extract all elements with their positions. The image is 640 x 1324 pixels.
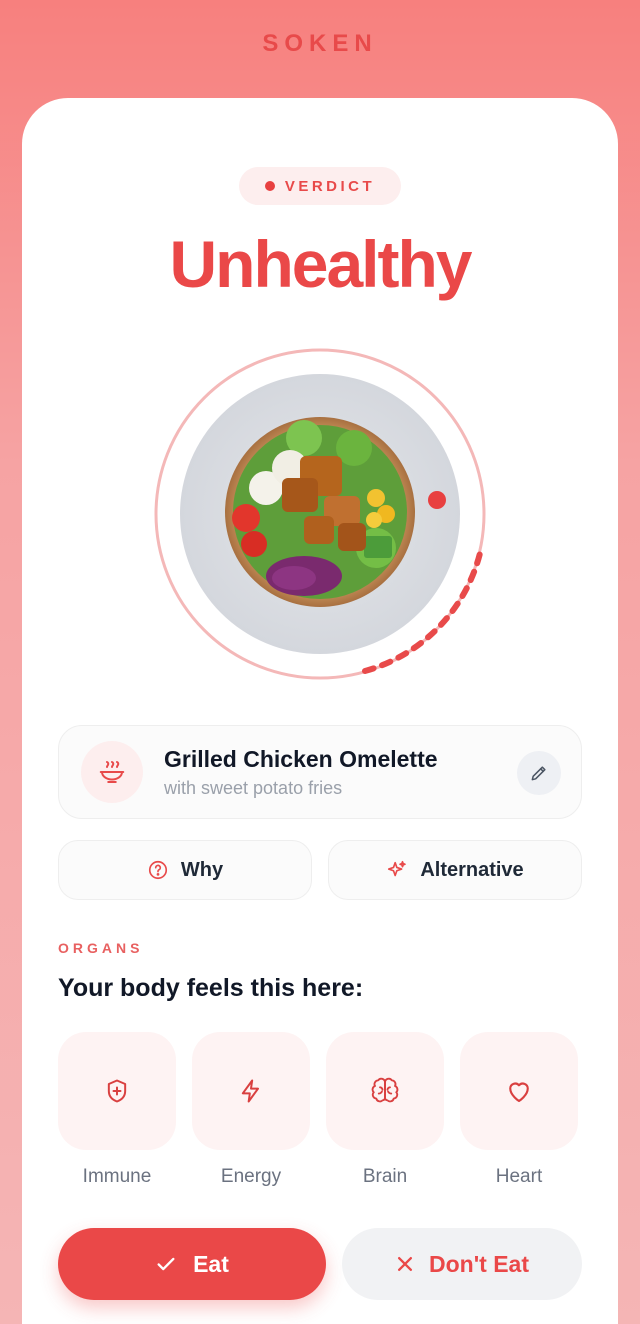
pencil-icon	[531, 766, 546, 781]
edit-food-button[interactable]	[517, 751, 561, 795]
eat-button[interactable]: Eat	[58, 1228, 326, 1300]
food-image-ring	[154, 348, 486, 680]
why-label: Why	[180, 858, 224, 881]
organ-immune[interactable]: Immune	[58, 1032, 176, 1188]
organ-energy[interactable]: Energy	[192, 1032, 310, 1188]
food-info-card: Grilled Chicken Omelette with sweet pota…	[58, 725, 582, 819]
lightning-icon	[241, 1079, 259, 1103]
verdict-badge: VERDICT	[239, 167, 401, 205]
why-button[interactable]: Why	[58, 840, 312, 900]
brain-icon	[371, 1077, 399, 1103]
eat-label: Eat	[193, 1250, 229, 1277]
organ-label: Energy	[220, 1166, 282, 1187]
organ-label: Heart	[495, 1166, 543, 1187]
food-name: Grilled Chicken Omelette	[164, 746, 438, 772]
organs-section-title: Your body feels this here:	[58, 974, 364, 1002]
organ-label: Immune	[82, 1166, 152, 1187]
heart-icon	[509, 1082, 529, 1103]
organs-section-label: ORGANS	[58, 940, 144, 956]
verdict-dot-icon	[264, 181, 275, 191]
x-icon	[397, 1257, 412, 1271]
bowl-icon	[81, 741, 143, 803]
brand-title: SOKEN	[262, 30, 378, 57]
food-subtitle: with sweet potato fries	[164, 778, 343, 798]
organ-label: Brain	[362, 1166, 408, 1187]
sparkles-icon	[388, 860, 407, 877]
verdict-card: VERDICT Unhealthy Grilled Chicken Omelet…	[22, 98, 618, 1324]
organ-heart[interactable]: Heart	[460, 1032, 578, 1188]
question-circle-icon	[148, 860, 167, 880]
check-icon	[157, 1257, 175, 1271]
shield-plus-icon	[107, 1079, 127, 1103]
verdict-value: Unhealthy	[169, 227, 472, 301]
organ-brain[interactable]: Brain	[326, 1032, 444, 1188]
alternative-button[interactable]: Alternative	[328, 840, 582, 900]
verdict-label: VERDICT	[284, 177, 376, 195]
alternative-label: Alternative	[420, 858, 524, 881]
dont-eat-label: Don't Eat	[428, 1250, 530, 1277]
dont-eat-button[interactable]: Don't Eat	[342, 1228, 582, 1300]
